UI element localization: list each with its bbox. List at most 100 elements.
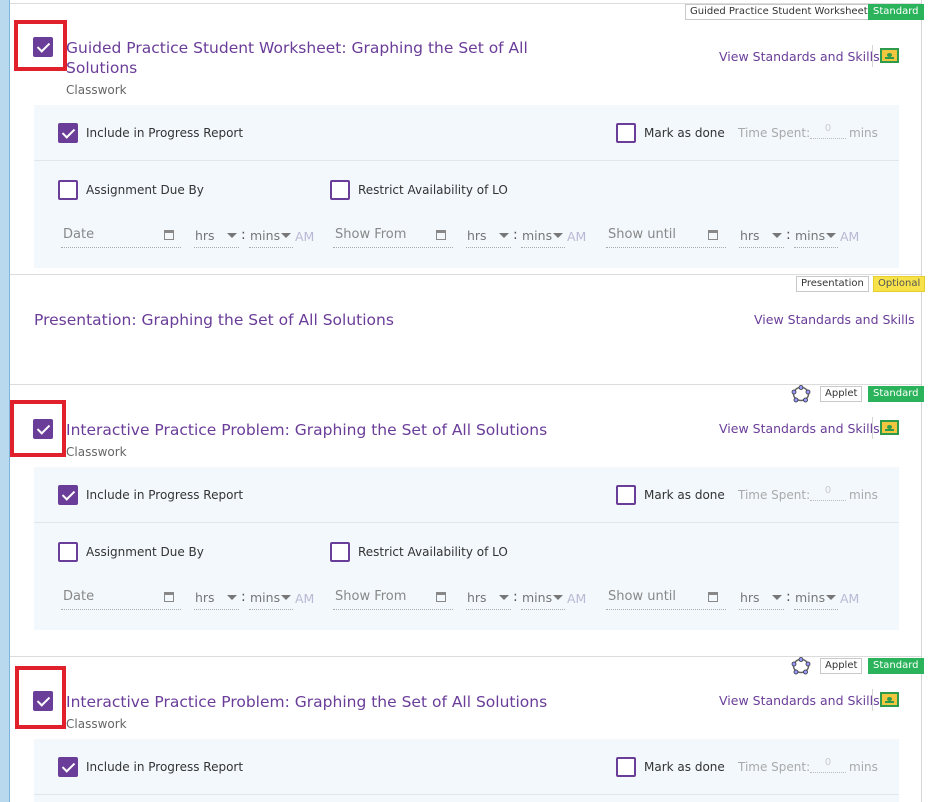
divider: [872, 45, 873, 67]
view-standards-link[interactable]: View Standards and Skills: [719, 693, 880, 708]
time-colon: :: [786, 227, 791, 243]
geogebra-icon: [791, 657, 811, 675]
time-spent-unit: mins: [849, 760, 878, 774]
until-mins-label: mins: [795, 590, 826, 605]
caret-down-icon: [826, 233, 836, 238]
view-standards-link[interactable]: View Standards and Skills: [719, 421, 880, 436]
level-tag: Standard: [868, 4, 924, 20]
time-colon: :: [241, 227, 246, 243]
from-mins-label: mins: [522, 590, 553, 605]
restrict-availability-label: Restrict Availability of LO: [358, 183, 508, 197]
mark-done-label: Mark as done: [644, 760, 725, 774]
caret-down-icon: [499, 595, 509, 600]
from-hrs-label: hrs: [467, 590, 487, 605]
time-spent-input[interactable]: 0: [810, 757, 846, 773]
caret-down-icon: [281, 233, 291, 238]
show-from-label: Show From: [335, 227, 407, 242]
due-date-label: Date: [63, 589, 95, 604]
card-subtitle: Classwork: [66, 445, 127, 459]
include-progress-label: Include in Progress Report: [86, 126, 244, 140]
due-date-label: Date: [63, 227, 95, 242]
from-hrs-label: hrs: [467, 228, 487, 243]
restrict-availability-checkbox[interactable]: [330, 180, 350, 200]
assignment-due-label: Assignment Due By: [86, 545, 204, 559]
assignment-due-checkbox[interactable]: [58, 542, 78, 562]
caret-down-icon: [772, 233, 782, 238]
mark-done-label: Mark as done: [644, 126, 725, 140]
until-hrs-label: hrs: [740, 590, 760, 605]
calendar-icon[interactable]: [164, 230, 174, 240]
highlight-box: [15, 666, 66, 729]
calendar-icon[interactable]: [708, 230, 718, 240]
time-colon: :: [786, 589, 791, 605]
time-colon: :: [513, 589, 518, 605]
panel-divider: [34, 160, 899, 161]
from-mins-label: mins: [522, 228, 553, 243]
assignment-due-checkbox[interactable]: [58, 180, 78, 200]
due-ampm-toggle[interactable]: AM: [295, 591, 314, 606]
card-title-line1: Guided Practice Student Worksheet: Graph…: [66, 39, 528, 57]
calendar-icon[interactable]: [436, 592, 446, 602]
caret-down-icon: [553, 595, 563, 600]
calendar-icon[interactable]: [164, 592, 174, 602]
time-colon: :: [513, 227, 518, 243]
show-from-label: Show From: [335, 589, 407, 604]
mark-done-checkbox[interactable]: [616, 757, 636, 777]
mark-done-label: Mark as done: [644, 488, 725, 502]
card-title[interactable]: Interactive Practice Problem: Graphing t…: [66, 692, 626, 712]
level-tag: Standard: [868, 386, 924, 402]
calendar-icon[interactable]: [708, 592, 718, 602]
until-ampm-toggle[interactable]: AM: [840, 591, 859, 606]
from-ampm-toggle[interactable]: AM: [567, 591, 586, 606]
card-title[interactable]: Presentation: Graphing the Set of All So…: [34, 310, 534, 330]
include-progress-checkbox[interactable]: [58, 123, 78, 143]
show-until-label: Show until: [608, 227, 677, 242]
mark-done-checkbox[interactable]: [616, 485, 636, 505]
time-spent-input[interactable]: 0: [810, 123, 846, 139]
time-spent-label: Time Spent:: [738, 126, 811, 140]
due-hrs-label: hrs: [195, 228, 215, 243]
panel-divider: [34, 522, 899, 523]
include-progress-checkbox[interactable]: [58, 757, 78, 777]
caret-down-icon: [826, 595, 836, 600]
highlight-box: [10, 400, 66, 457]
time-spent-unit: mins: [849, 488, 878, 502]
restrict-availability-checkbox[interactable]: [330, 542, 350, 562]
time-spent-label: Time Spent:: [738, 488, 811, 502]
time-spent-unit: mins: [849, 126, 878, 140]
divider: [872, 417, 873, 439]
include-progress-checkbox[interactable]: [58, 485, 78, 505]
google-classroom-icon[interactable]: [880, 692, 899, 707]
card-title[interactable]: Interactive Practice Problem: Graphing t…: [66, 420, 626, 440]
caret-down-icon: [499, 233, 509, 238]
include-progress-label: Include in Progress Report: [86, 760, 244, 774]
time-spent-label: Time Spent:: [738, 760, 811, 774]
due-mins-label: mins: [250, 228, 281, 243]
google-classroom-icon[interactable]: [880, 420, 899, 435]
level-tag: Standard: [868, 658, 924, 674]
from-ampm-toggle[interactable]: AM: [567, 229, 586, 244]
view-standards-link[interactable]: View Standards and Skills: [719, 49, 880, 64]
card-title-line2: Solutions: [66, 59, 138, 77]
google-classroom-icon[interactable]: [880, 48, 899, 63]
calendar-icon[interactable]: [436, 230, 446, 240]
geogebra-icon: [791, 385, 811, 403]
caret-down-icon: [227, 595, 237, 600]
card-title[interactable]: Guided Practice Student Worksheet: Graph…: [66, 38, 546, 78]
until-hrs-label: hrs: [740, 228, 760, 243]
mark-done-checkbox[interactable]: [616, 123, 636, 143]
left-rail: [0, 0, 10, 802]
due-mins-label: mins: [250, 590, 281, 605]
time-colon: :: [241, 589, 246, 605]
type-tag: Presentation: [796, 276, 869, 292]
restrict-availability-label: Restrict Availability of LO: [358, 545, 508, 559]
caret-down-icon: [553, 233, 563, 238]
until-ampm-toggle[interactable]: AM: [840, 229, 859, 244]
card-subtitle: Classwork: [66, 717, 127, 731]
view-standards-link[interactable]: View Standards and Skills: [754, 312, 915, 327]
due-ampm-toggle[interactable]: AM: [295, 229, 314, 244]
level-tag: Optional: [873, 276, 926, 292]
time-spent-input[interactable]: 0: [810, 485, 846, 501]
type-tag: Guided Practice Student Worksheet: [685, 4, 873, 20]
caret-down-icon: [227, 233, 237, 238]
